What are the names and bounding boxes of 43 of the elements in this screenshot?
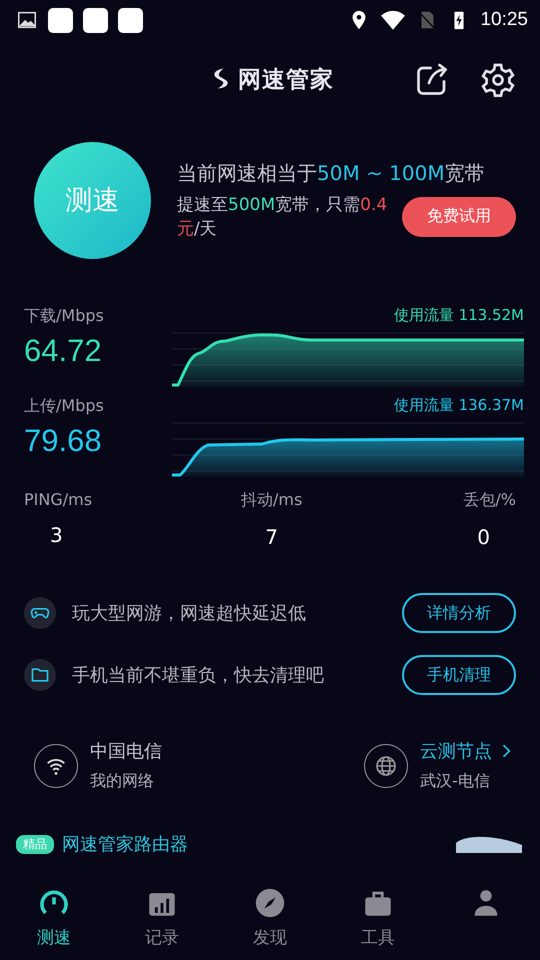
share-icon[interactable] xyxy=(414,62,450,98)
nav-tab[interactable]: 测速 xyxy=(0,882,108,960)
notification-icon xyxy=(118,8,143,32)
speed-label: 上传/Mbps xyxy=(24,396,105,417)
speed-value: 79.68 xyxy=(24,423,103,459)
router-icon xyxy=(454,835,524,853)
speed-value: 64.72 xyxy=(24,333,103,369)
nav-tab[interactable]: 工具 xyxy=(324,882,432,960)
tip-text: 手机当前不堪重负，快去清理吧 xyxy=(72,664,325,687)
carrier-name: 中国电信 xyxy=(90,740,162,763)
folder-icon xyxy=(24,659,56,691)
data-usage-text: 使用流量 113.52M xyxy=(394,306,524,325)
clock-time: 10:25 xyxy=(480,9,528,31)
metric-value: 7 xyxy=(264,525,280,549)
test-node-link[interactable]: 云测节点 xyxy=(420,739,492,763)
notification-icon xyxy=(83,8,108,32)
nav-tab[interactable]: 记录 xyxy=(108,882,216,960)
promo-text[interactable]: 网速管家路由器 xyxy=(62,832,446,856)
notification-icon xyxy=(48,8,73,32)
upgrade-offer-text: 提速至500M宽带，只需0.4元/天 xyxy=(177,194,388,240)
settings-icon[interactable] xyxy=(480,62,516,98)
test-node-location: 武汉-电信 xyxy=(420,771,491,792)
tip-action-button[interactable]: 手机清理 xyxy=(402,655,516,695)
image-icon xyxy=(16,9,38,31)
data-usage-text: 使用流量 136.37M xyxy=(394,396,524,415)
compass-icon xyxy=(253,886,287,920)
speed-label: 下载/Mbps xyxy=(24,306,105,327)
globe-icon xyxy=(364,744,408,788)
metric-label: PING/ms xyxy=(24,490,92,509)
metric-label: 丢包/% xyxy=(463,490,516,511)
metric-value: 0 xyxy=(476,525,491,549)
nav-tab[interactable]: 发现 xyxy=(216,882,324,960)
tip-text: 玩大型网游，网速超快延迟低 xyxy=(72,602,307,625)
metric-label: 抖动/ms xyxy=(240,490,302,511)
wifi-icon xyxy=(34,744,78,788)
tip-action-button[interactable]: 详情分析 xyxy=(402,593,516,633)
gamepad-icon xyxy=(24,597,56,629)
metric-value: 3 xyxy=(49,523,64,547)
speed-equivalent-text: 当前网速相当于50M ~ 100M宽带 xyxy=(177,160,486,186)
free-trial-button[interactable]: 免费试用 xyxy=(402,196,516,236)
app-title: 网速管家 xyxy=(238,66,334,94)
featured-badge: 精品 xyxy=(16,834,54,854)
carrier-caption: 我的网络 xyxy=(90,771,155,792)
